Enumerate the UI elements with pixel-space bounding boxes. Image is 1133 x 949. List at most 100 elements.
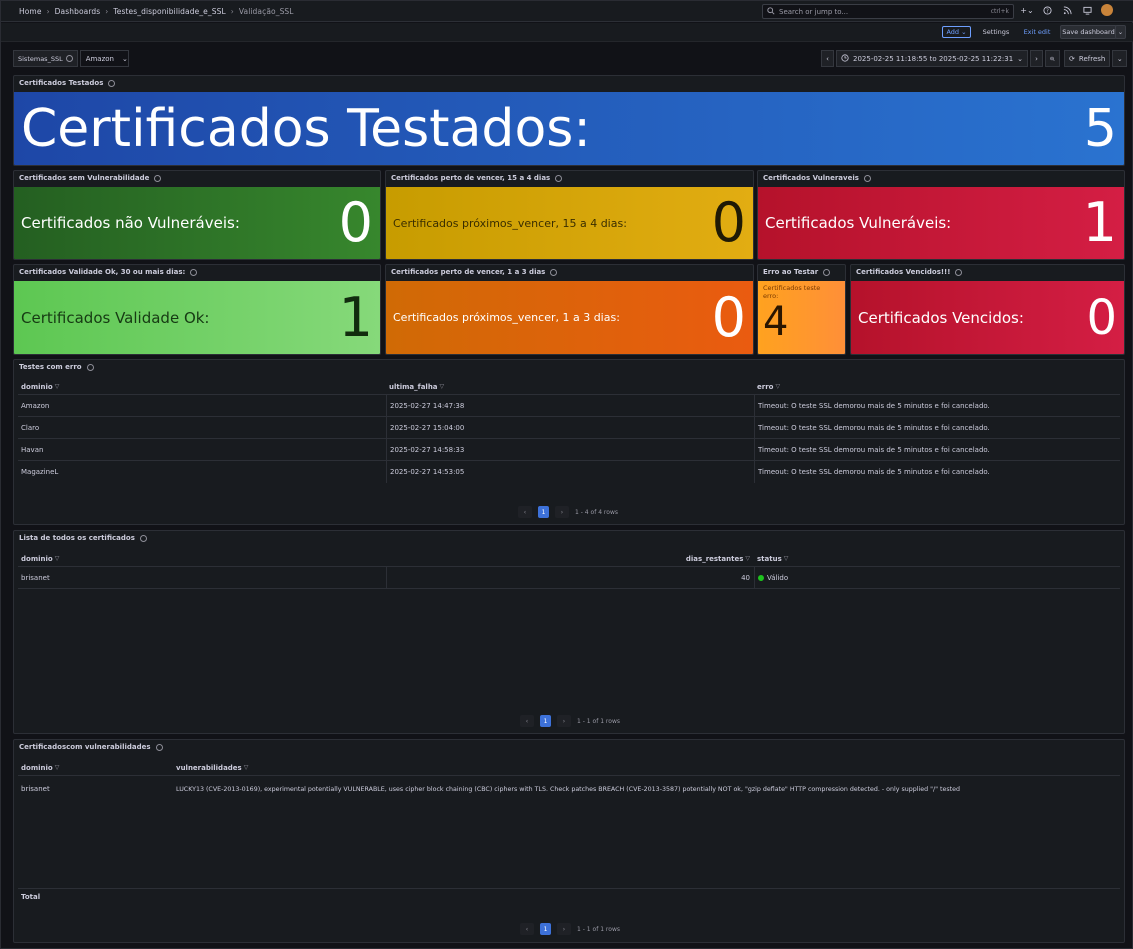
breadcrumb-dashboards[interactable]: Dashboards [55, 7, 101, 16]
column-header-dias-restantes[interactable]: dias_restantes ▽ [386, 551, 754, 566]
info-icon [823, 268, 831, 276]
next-page-button[interactable]: › [555, 506, 569, 518]
prev-page-button[interactable]: ‹ [520, 923, 534, 935]
breadcrumb-current: Validação_SSL [238, 6, 294, 16]
table-row: MagazineL 2025-02-27 14:53:05 Timeout: O… [18, 461, 1120, 483]
stat-value: 1 [1082, 191, 1117, 254]
filter-icon[interactable]: ▽ [55, 383, 60, 390]
time-back-button[interactable]: ‹ [821, 50, 834, 67]
next-page-button[interactable]: › [557, 923, 571, 935]
column-header-ultima-falha[interactable]: ultima_falha ▽ [386, 379, 754, 394]
stat-value: 5 [1083, 98, 1117, 159]
breadcrumb-home[interactable]: Home [19, 7, 42, 16]
zoom-out-button[interactable] [1045, 50, 1061, 67]
info-icon [65, 55, 73, 62]
cell-ultima-falha: 2025-02-27 14:53:05 [386, 461, 754, 483]
table-footer: Total [18, 888, 1120, 904]
stat-value: 0 [1086, 289, 1117, 346]
pagination: ‹ 1 › 1 - 4 of 4 rows [518, 506, 618, 518]
refresh-interval-picker[interactable]: ⌄ [1112, 50, 1128, 67]
filter-icon[interactable]: ▽ [775, 383, 780, 390]
panel-certificados-testados: Certificados Testados Certificados Testa… [13, 75, 1125, 166]
panel-perto-vencer-3: Certificados perto de vencer, 1 a 3 dias… [385, 264, 754, 355]
filter-icon[interactable]: ▽ [440, 383, 445, 390]
panel-title: Erro ao Testar [763, 268, 831, 276]
column-header-erro[interactable]: erro ▽ [754, 379, 1120, 394]
rows-info: 1 - 1 of 1 rows [577, 925, 620, 933]
search-input[interactable]: Search or jump to... ctrl+k [762, 4, 1014, 19]
stat-label: Certificados Vencidos: [858, 308, 1024, 327]
table-row: Amazon 2025-02-27 14:47:38 Timeout: O te… [18, 395, 1120, 417]
settings-button[interactable]: Settings [981, 26, 1011, 38]
chevron-down-icon: ⌄ [122, 54, 128, 63]
info-icon [555, 174, 563, 182]
time-range-picker[interactable]: 2025-02-25 11:18:55 to 2025-02-25 11:22:… [836, 50, 1029, 67]
search-placeholder: Search or jump to... [779, 7, 849, 16]
page-button[interactable]: 1 [538, 506, 549, 518]
panel-title: Certificados sem Vulnerabilidade [19, 174, 162, 182]
cell-erro: Timeout: O teste SSL demorou mais de 5 m… [754, 417, 1120, 438]
cell-dias-restantes: 40 [386, 567, 754, 588]
cell-dominio: Havan [21, 445, 44, 454]
refresh-icon: ⟳ [1069, 54, 1075, 63]
cell-vulnerabilidades: LUCKY13 (CVE-2013-0169), experimental po… [176, 785, 961, 793]
filter-icon[interactable]: ▽ [55, 764, 60, 771]
search-shortcut: ctrl+k [990, 8, 1009, 15]
pagination: ‹ 1 › 1 - 1 of 1 rows [520, 715, 620, 727]
page-button[interactable]: 1 [540, 923, 551, 935]
info-icon [154, 174, 162, 182]
page-button[interactable]: 1 [540, 715, 551, 727]
info-icon [86, 363, 94, 371]
variable-label: Sistemas_SSL [13, 50, 78, 67]
stat-value: 0 [711, 191, 746, 254]
stat-body: Certificados Validade Ok: 1 [14, 281, 380, 354]
chevron-down-icon: ⌄ [1017, 54, 1024, 63]
avatar[interactable] [1101, 4, 1113, 16]
help-icon[interactable]: ? [1041, 4, 1053, 16]
column-header-dominio[interactable]: dominio ▽ [18, 760, 173, 775]
column-header-status[interactable]: status ▽ [754, 551, 1120, 566]
filter-icon[interactable]: ▽ [745, 555, 750, 562]
refresh-button[interactable]: ⟳ Refresh [1064, 50, 1111, 67]
filter-icon[interactable]: ▽ [784, 555, 789, 562]
info-icon [955, 268, 963, 276]
variable-select[interactable]: Amazon ⌄ [79, 50, 129, 67]
filter-icon[interactable]: ▽ [55, 555, 60, 562]
panel-lista-certificados: Lista de todos os certificados dominio ▽ … [13, 530, 1125, 734]
rss-icon[interactable] [1061, 4, 1073, 16]
monitor-icon[interactable] [1081, 4, 1093, 16]
panel-vencidos: Certificados Vencidos!!! Certificados Ve… [850, 264, 1125, 355]
panel-title: Lista de todos os certificados [19, 534, 147, 542]
stat-label: Certificados próximos_vencer, 1 a 3 dias… [393, 311, 620, 324]
add-button[interactable]: Add ⌄ [942, 26, 971, 38]
filter-icon[interactable]: ▽ [244, 764, 249, 771]
search-icon [767, 6, 775, 17]
status-dot-icon [758, 574, 764, 581]
prev-page-button[interactable]: ‹ [520, 715, 534, 727]
column-header-dominio[interactable]: dominio ▽ [18, 379, 386, 394]
next-page-button[interactable]: › [557, 715, 571, 727]
panel-title: Certificados perto de vencer, 15 a 4 dia… [391, 174, 563, 182]
time-forward-button[interactable]: › [1030, 50, 1044, 67]
info-icon [155, 743, 163, 751]
breadcrumb-folder[interactable]: Testes_disponibilidade_e_SSL [113, 7, 225, 16]
cell-ultima-falha: 2025-02-27 15:04:00 [386, 417, 754, 438]
exit-edit-button[interactable]: Exit edit [1022, 26, 1052, 38]
cell-dominio: brisanet [21, 785, 50, 793]
save-dashboard-button[interactable]: Save dashboard [1060, 25, 1117, 39]
cell-erro: Timeout: O teste SSL demorou mais de 5 m… [754, 395, 1120, 416]
column-header-vulnerabilidades[interactable]: vulnerabilidades ▽ [173, 760, 1120, 775]
prev-page-button[interactable]: ‹ [518, 506, 532, 518]
chevron-down-icon[interactable]: ⌄ [1115, 25, 1126, 39]
stat-label: Certificados Vulneráveis: [765, 214, 952, 232]
stat-label: Certificados próximos_vencer, 15 a 4 dia… [393, 216, 627, 230]
cell-dominio: Claro [21, 423, 40, 432]
svg-text:?: ? [1046, 8, 1049, 14]
topbar-actions: +⌄ ? [1020, 4, 1113, 16]
panel-title: Certificados Vencidos!!! [856, 268, 963, 276]
plus-icon[interactable]: +⌄ [1020, 4, 1033, 16]
panel-vulneraveis: Certificados Vulneraveis Certificados Vu… [757, 170, 1125, 260]
stat-label: Certificados Testados: [21, 98, 591, 159]
info-icon [108, 79, 116, 87]
column-header-dominio[interactable]: dominio ▽ [18, 551, 386, 566]
